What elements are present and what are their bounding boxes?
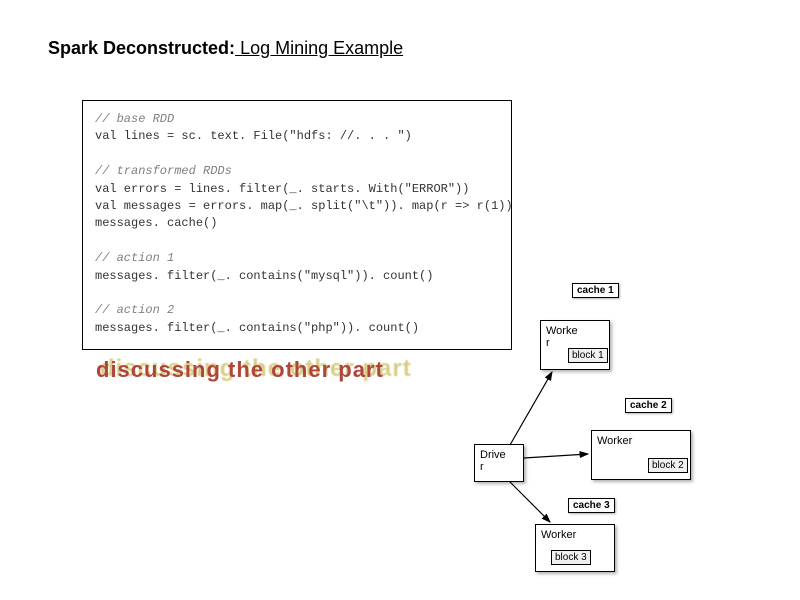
blank [95,233,499,250]
blank [95,146,499,163]
overlay-front-text: discussing the other part [96,357,384,383]
cache3-label: cache 3 [568,498,615,513]
code-line-4: messages. cache() [95,215,499,232]
code-line-1: val lines = sc. text. File("hdfs: //. . … [95,128,499,145]
title-rest: Log Mining Example [235,38,403,58]
code-line-6: messages. filter(_. contains("php")). co… [95,320,499,337]
cache2-label: cache 2 [625,398,672,413]
overlay-back-text: discussing the other part [100,355,412,383]
code-box: // base RDD val lines = sc. text. File("… [82,100,512,350]
code-line-3: val messages = errors. map(_. split("\t"… [95,198,499,215]
worker1-text-b: r [546,337,550,349]
cache1-label: cache 1 [572,283,619,298]
code-comment-1: // base RDD [95,111,499,128]
slide-title: Spark Deconstructed: Log Mining Example [48,38,403,59]
blank [95,285,499,302]
worker2-text: Worker [597,435,632,447]
code-comment-2: // transformed RDDs [95,163,499,180]
driver-text-a: Drive [480,449,506,461]
driver-text-b: r [480,461,484,473]
worker3-text: Worker [541,529,576,541]
code-line-5: messages. filter(_. contains("mysql")). … [95,268,499,285]
code-comment-3: // action 1 [95,250,499,267]
block2-label: block 2 [648,458,688,473]
block3-label: block 3 [551,550,591,565]
worker1-text-a: Worke [546,325,578,337]
code-comment-4: // action 2 [95,302,499,319]
block1-label: block 1 [568,348,608,363]
title-bold: Spark Deconstructed: [48,38,235,58]
driver-node: Drive r [474,444,524,482]
code-line-2: val errors = lines. filter(_. starts. Wi… [95,181,499,198]
